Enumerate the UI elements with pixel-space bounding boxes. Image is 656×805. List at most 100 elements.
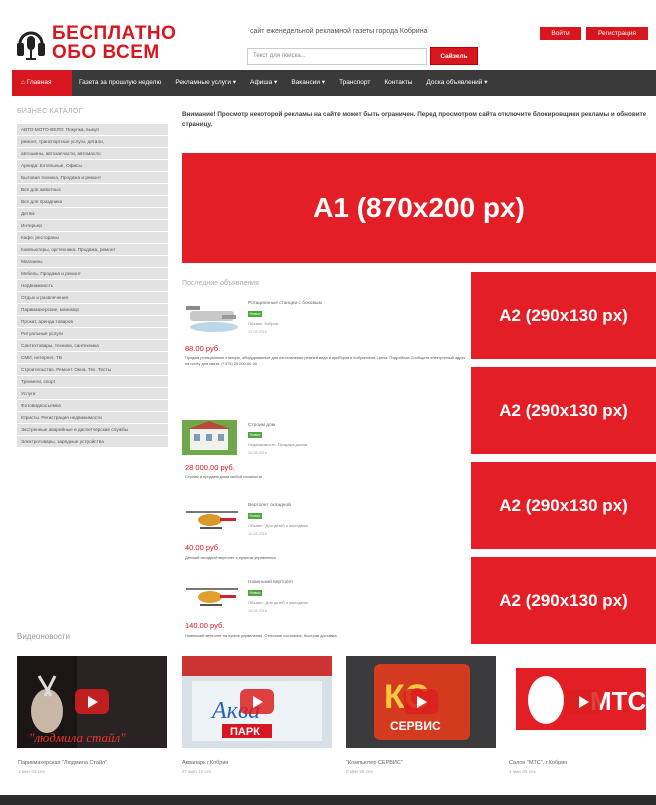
- catalog-item[interactable]: Сантехтовары, техника, сантехника: [17, 340, 168, 351]
- video-card[interactable]: Аква ПАРК: [182, 656, 332, 748]
- svg-text:"людмила стайл": "людмила стайл": [29, 730, 126, 745]
- ad-banner-a2[interactable]: A2 (290x130 px): [471, 367, 656, 454]
- listing-date: 10.08.2016: [248, 330, 268, 334]
- listing-title[interactable]: Строим дом: [248, 423, 275, 428]
- listing-category: Недвижимость: Продажа домов: [248, 442, 308, 447]
- catalog-item[interactable]: Услуги: [17, 388, 168, 399]
- catalog-item[interactable]: Компьютеры, оргтехника. Продажа, ремонт: [17, 244, 168, 255]
- nav-item-last-week-paper[interactable]: Газета за прошлую неделю: [72, 70, 168, 96]
- catalog-item[interactable]: Отдых и развлечения: [17, 292, 168, 303]
- listing-card[interactable]: Новенький вертолет Новое Объявл.: Для де…: [182, 577, 467, 641]
- nav-item-ad-services[interactable]: Рекламные услуги ▾: [168, 70, 243, 96]
- svg-text:ПАРК: ПАРК: [230, 726, 260, 738]
- catalog-item[interactable]: Мебель. Продажа и ремонт: [17, 268, 168, 279]
- listing-description: Продам ротационные станции, оборудованны…: [185, 355, 466, 366]
- catalog-item[interactable]: Все для животных: [17, 184, 168, 195]
- play-icon[interactable]: [75, 689, 109, 714]
- video-caption[interactable]: "Компьютер СЕРВИС": [346, 760, 403, 766]
- video-card[interactable]: КС СЕРВИС: [346, 656, 496, 748]
- catalog-item[interactable]: Юристы. Регистрация недвижимости: [17, 412, 168, 423]
- catalog-item[interactable]: Детям: [17, 208, 168, 219]
- nav-item-home[interactable]: ⌂ Главная: [12, 70, 72, 96]
- listing-title[interactable]: Вертолет складной: [248, 503, 291, 508]
- nav-item-contacts[interactable]: Контакты: [377, 70, 419, 96]
- catalog-item[interactable]: автошины, автозапчасти, автомасло: [17, 148, 168, 159]
- listing-title[interactable]: Ротационные станции с боковым: [248, 301, 322, 306]
- page: БЕСПЛАТНО ОБО ВСЕМ сайт еженедельной рек…: [0, 0, 656, 805]
- search-input[interactable]: Текст для поиска...: [247, 48, 427, 65]
- listing-title[interactable]: Новенький вертолет: [248, 580, 293, 585]
- main-nav: ⌂ Главная Газета за прошлую неделю Рекла…: [12, 70, 656, 96]
- listing-category: Объявл.: Для детей и молодежи: [248, 523, 308, 528]
- catalog-item[interactable]: Электротовары, зарядные устройства: [17, 436, 168, 447]
- play-icon[interactable]: [240, 689, 274, 714]
- catalog-item[interactable]: ремонт, транспортные услуги, детали,: [17, 136, 168, 147]
- video-card[interactable]: МТС: [508, 656, 656, 748]
- listing-image[interactable]: [182, 505, 242, 535]
- catalog-item[interactable]: Тренинги, спорт: [17, 376, 168, 387]
- video-caption[interactable]: Аквапарк г.Кобрин: [182, 760, 228, 766]
- video-duration: 1 мин 00 сек: [509, 769, 536, 774]
- new-badge: Новое: [248, 513, 262, 519]
- listing-description: Новенький вертолет на пульте управления.…: [185, 633, 338, 638]
- ad-banner-a2[interactable]: A2 (290x130 px): [471, 272, 656, 359]
- sidebar-title: БИЗНЕС КАТАЛОГ: [17, 108, 83, 115]
- catalog-item[interactable]: Аренда: Котельные, Офисы: [17, 160, 168, 171]
- video-caption[interactable]: Салон "МТС", г.Кобрин: [509, 760, 567, 766]
- listing-image[interactable]: [182, 420, 237, 455]
- listing-date: 10.08.2016: [248, 609, 268, 613]
- listing-category: Объявл. Кобрин: [248, 321, 279, 326]
- catalog-item[interactable]: СМИ, интернет, ТВ: [17, 352, 168, 363]
- catalog-item[interactable]: Прокат, аренда товаров: [17, 316, 168, 327]
- header: БЕСПЛАТНО ОБО ВСЕМ сайт еженедельной рек…: [0, 0, 656, 70]
- listing-price: 88.00 руб.: [185, 344, 221, 353]
- catalog-item[interactable]: Недвижимость: [17, 280, 168, 291]
- catalog-item[interactable]: Фотовидеосъемка: [17, 400, 168, 411]
- site-logo[interactable]: БЕСПЛАТНО ОБО ВСЕМ: [16, 22, 176, 68]
- nav-item-transport[interactable]: Транспорт: [332, 70, 377, 96]
- video-duration: 27 мин 12 сек: [182, 769, 212, 774]
- latest-listings-title: Последние объявления: [182, 280, 259, 287]
- video-duration: 0 мин 58 сек: [346, 769, 373, 774]
- nav-label: Главная: [26, 79, 52, 86]
- listing-card[interactable]: Строим дом Новое Недвижимость: Продажа д…: [182, 420, 467, 480]
- listing-description: Строим и продаем дома любой сложности: [185, 474, 263, 479]
- ad-banner-a2[interactable]: A2 (290x130 px): [471, 557, 656, 644]
- catalog-item[interactable]: Магазины: [17, 256, 168, 267]
- register-button[interactable]: Регистрация: [586, 27, 648, 40]
- video-duration: 1 мин 03 сек: [18, 769, 45, 774]
- listing-image[interactable]: [182, 303, 242, 333]
- nav-item-board[interactable]: Доска объявлений ▾: [419, 70, 494, 96]
- ad-banner-a2[interactable]: A2 (290x130 px): [471, 462, 656, 549]
- play-icon[interactable]: [404, 689, 438, 714]
- nav-item-vacancies[interactable]: Вакансии ▾: [284, 70, 332, 96]
- listing-date: 10.08.2016: [248, 532, 268, 536]
- search-button[interactable]: Сайзель: [430, 47, 478, 65]
- catalog-item[interactable]: Бытовая техника, Продажа и ремонт: [17, 172, 168, 183]
- catalog-item[interactable]: Все для праздника: [17, 196, 168, 207]
- nav-item-afisha[interactable]: Афиша ▾: [243, 70, 284, 96]
- site-tagline: сайт еженедельной рекламной газеты город…: [250, 28, 428, 35]
- catalog-item[interactable]: Кафе, рестораны: [17, 232, 168, 243]
- business-catalog: АВТО-МОТО-ВЕЛО: Покупка, выкуп ремонт, т…: [17, 124, 168, 448]
- catalog-item[interactable]: Парикмахерские, маникюр: [17, 304, 168, 315]
- login-button[interactable]: Войти: [540, 27, 581, 40]
- video-card[interactable]: "людмила стайл": [17, 656, 167, 748]
- new-badge: Новое: [248, 432, 262, 438]
- play-icon[interactable]: [566, 689, 600, 714]
- catalog-item[interactable]: Интерьер: [17, 220, 168, 231]
- video-caption[interactable]: Парикмахерская "Людмила Стайл": [18, 760, 107, 766]
- catalog-item[interactable]: АВТО-МОТО-ВЕЛО: Покупка, выкуп: [17, 124, 168, 135]
- listing-card[interactable]: Ротационные станции с боковым Новое Объя…: [182, 298, 467, 373]
- listing-image[interactable]: [182, 582, 242, 612]
- video-news-title: Видеоновости: [17, 632, 70, 641]
- ad-banner-a1[interactable]: A1 (870x200 px): [182, 153, 656, 263]
- listing-description: Детский складной вертолет с пультом упра…: [185, 555, 276, 560]
- listing-price: 40.00 руб.: [185, 543, 221, 552]
- adblock-notice: Внимание! Просмотр некоторой рекламы на …: [182, 111, 647, 128]
- catalog-item[interactable]: Строительство. Ремонт. Окна. Тех. Тесты: [17, 364, 168, 375]
- catalog-item[interactable]: Ритуальные услуги: [17, 328, 168, 339]
- listing-card[interactable]: Вертолет складной Новое Объявл.: Для дет…: [182, 500, 467, 562]
- svg-text:СЕРВИС: СЕРВИС: [390, 719, 441, 733]
- catalog-item[interactable]: Экстренные аварийные и диспетчерские слу…: [17, 424, 168, 435]
